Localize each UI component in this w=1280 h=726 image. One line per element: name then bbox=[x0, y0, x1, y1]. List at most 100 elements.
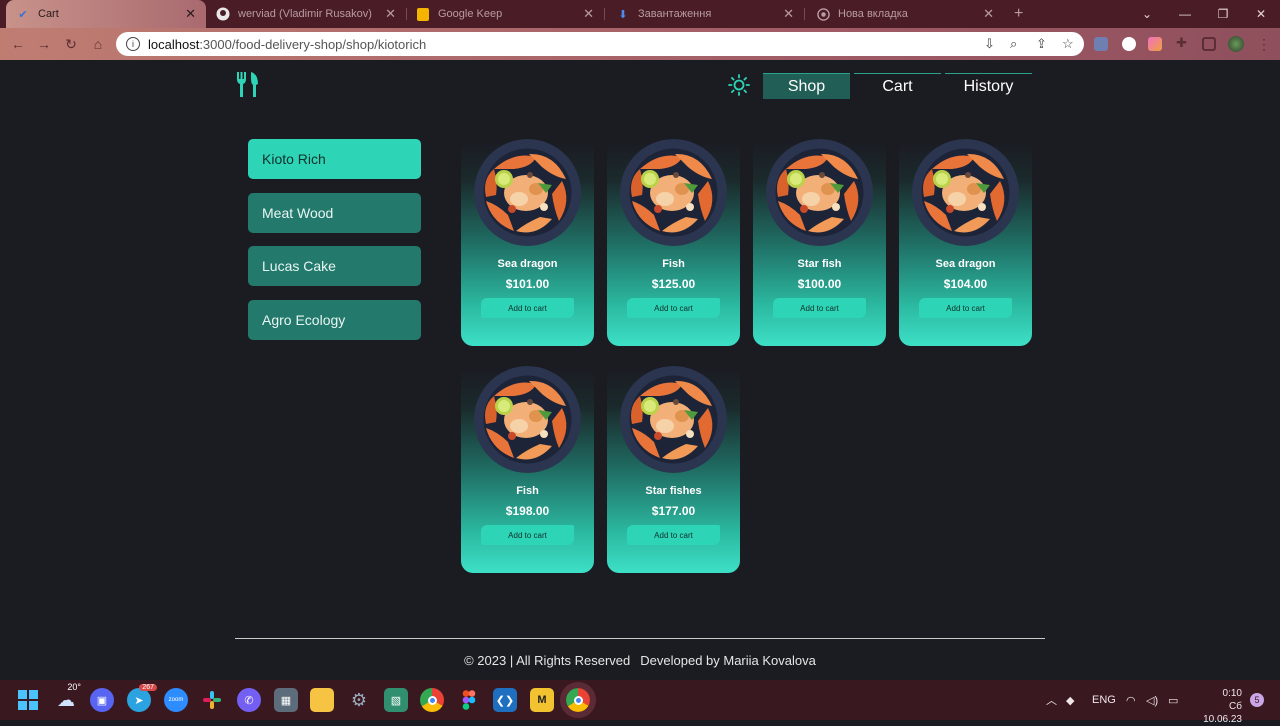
tab-title: Нова вкладка bbox=[838, 8, 908, 20]
tab-separator bbox=[804, 8, 805, 20]
zoom-icon[interactable]: ⌕ bbox=[1010, 36, 1017, 52]
browser-tab-new[interactable]: Нова вкладка ✕ bbox=[806, 0, 1004, 28]
clock[interactable]: 0:10 Сб 10.06.23 bbox=[1190, 687, 1242, 726]
browser-toolbar: ← → ↻ ⌂ i localhost:3000/food-delivery-s… bbox=[0, 28, 1280, 60]
settings-gear-icon[interactable]: ⚙ bbox=[347, 688, 371, 712]
bookmark-star-icon[interactable]: ☆ bbox=[1062, 36, 1074, 52]
product-name: Star fishes bbox=[645, 485, 702, 497]
teams-chat-icon[interactable]: ▣ bbox=[90, 688, 114, 712]
browser-tab-downloads[interactable]: ⬇ Завантаження ✕ bbox=[606, 0, 804, 28]
tab-title: werviad (Vladimir Rusakov) bbox=[238, 8, 372, 20]
os-taskbar: ☁ 20° ▣ ➤ 267 zoom ✆ ▦ ⚙ ▧ ❮❯ M ︿ ◆ ENG … bbox=[0, 680, 1280, 725]
forward-icon[interactable]: → bbox=[34, 34, 54, 54]
wifi-icon[interactable]: ◠ bbox=[1126, 680, 1136, 720]
menu-icon[interactable]: ⋮ bbox=[1254, 34, 1274, 54]
clock-date: Сб 10.06.23 bbox=[1203, 701, 1242, 725]
chrome-taskbar-icon[interactable] bbox=[420, 688, 444, 712]
browser-tab-cart[interactable]: ✔ Cart ✕ bbox=[6, 0, 206, 28]
calculator-icon[interactable]: ▦ bbox=[274, 688, 298, 712]
keep-icon bbox=[416, 7, 430, 21]
product-image bbox=[766, 139, 873, 246]
check-icon: ✔ bbox=[18, 8, 28, 21]
close-icon[interactable]: ✕ bbox=[783, 6, 794, 22]
footer-divider bbox=[235, 638, 1045, 639]
zoom-app-icon[interactable]: zoom bbox=[164, 688, 188, 712]
volume-icon[interactable]: ◁) bbox=[1146, 680, 1158, 720]
browser-tab-bar: ✔ Cart ✕ werviad (Vladimir Rusakov) ✕ Go… bbox=[0, 0, 1280, 28]
sheet-app-icon[interactable]: ▧ bbox=[384, 688, 408, 712]
new-tab-icon[interactable]: + bbox=[1014, 5, 1023, 23]
side-panel-icon[interactable] bbox=[1202, 37, 1216, 51]
shop-lucas-cake-button[interactable]: Lucas Cake bbox=[248, 246, 421, 286]
add-to-cart-button[interactable]: Add to cart bbox=[481, 525, 574, 545]
product-card: Sea dragon $104.00 Add to cart bbox=[899, 139, 1032, 346]
install-icon[interactable]: ⇩ bbox=[984, 36, 995, 52]
extension-icon[interactable] bbox=[1122, 37, 1136, 51]
figma-icon[interactable] bbox=[457, 688, 481, 712]
battery-icon[interactable]: ▭ bbox=[1168, 680, 1178, 720]
footer: © 2023 | All Rights Reserved Developed by… bbox=[0, 653, 1280, 668]
shop-kioto-rich-button[interactable]: Kioto Rich bbox=[248, 139, 421, 179]
add-to-cart-button[interactable]: Add to cart bbox=[627, 298, 720, 318]
close-icon[interactable]: ✕ bbox=[185, 6, 196, 22]
language-indicator[interactable]: ENG bbox=[1092, 680, 1116, 720]
product-name: Fish bbox=[516, 485, 539, 497]
telegram-icon[interactable]: ➤ 267 bbox=[127, 684, 157, 712]
product-price: $177.00 bbox=[651, 504, 696, 518]
clock-time: 0:10 bbox=[1222, 688, 1242, 699]
site-info-icon[interactable]: i bbox=[126, 37, 140, 51]
minimize-icon[interactable]: — bbox=[1166, 0, 1204, 28]
file-explorer-icon[interactable] bbox=[310, 688, 334, 712]
fork-knife-icon[interactable] bbox=[236, 72, 260, 98]
weather-icon[interactable]: ☁ 20° bbox=[54, 682, 81, 712]
add-to-cart-button[interactable]: Add to cart bbox=[627, 525, 720, 545]
product-name: Sea dragon bbox=[497, 258, 558, 270]
notification-badge[interactable]: 5 bbox=[1250, 693, 1264, 707]
back-icon[interactable]: ← bbox=[8, 34, 28, 54]
restore-icon[interactable]: ❐ bbox=[1204, 0, 1242, 28]
miro-icon[interactable]: M bbox=[530, 688, 554, 712]
product-card: Fish $198.00 Add to cart bbox=[461, 366, 594, 573]
tab-search-icon[interactable]: ⌄ bbox=[1128, 0, 1166, 28]
color-extension-icon[interactable] bbox=[1148, 37, 1162, 51]
shield-extension-icon[interactable] bbox=[1094, 37, 1108, 51]
close-icon[interactable]: ✕ bbox=[385, 6, 396, 22]
github-icon bbox=[216, 7, 230, 21]
close-icon[interactable]: ✕ bbox=[983, 6, 994, 22]
close-window-icon[interactable]: ✕ bbox=[1242, 0, 1280, 28]
product-card: Fish $125.00 Add to cart bbox=[607, 139, 740, 346]
weather-temp: 20° bbox=[67, 682, 81, 692]
add-to-cart-button[interactable]: Add to cart bbox=[773, 298, 866, 318]
nav-shop[interactable]: Shop bbox=[763, 73, 850, 99]
shop-agro-ecology-button[interactable]: Agro Ecology bbox=[248, 300, 421, 340]
product-price: $101.00 bbox=[505, 277, 550, 291]
product-image bbox=[912, 139, 1019, 246]
profile-avatar[interactable] bbox=[1228, 36, 1244, 52]
reload-icon[interactable]: ↻ bbox=[61, 34, 81, 54]
add-to-cart-button[interactable]: Add to cart bbox=[919, 298, 1012, 318]
product-card: Sea dragon $101.00 Add to cart bbox=[461, 139, 594, 346]
address-bar[interactable]: i localhost:3000/food-delivery-shop/shop… bbox=[116, 32, 1084, 56]
add-to-cart-button[interactable]: Add to cart bbox=[481, 298, 574, 318]
slack-icon[interactable] bbox=[200, 688, 224, 712]
shop-meat-wood-button[interactable]: Meat Wood bbox=[248, 193, 421, 233]
product-card: Star fish $100.00 Add to cart bbox=[753, 139, 886, 346]
security-tray-icon[interactable]: ◆ bbox=[1066, 680, 1074, 720]
vscode-icon[interactable]: ❮❯ bbox=[493, 688, 517, 712]
browser-tab-github[interactable]: werviad (Vladimir Rusakov) ✕ bbox=[206, 0, 406, 28]
share-icon[interactable]: ⇪ bbox=[1036, 36, 1047, 52]
chrome-icon bbox=[816, 7, 830, 21]
viber-icon[interactable]: ✆ bbox=[237, 688, 261, 712]
tray-chevron-icon[interactable]: ︿ bbox=[1046, 680, 1057, 720]
tab-title: Завантаження bbox=[638, 8, 712, 20]
home-icon[interactable]: ⌂ bbox=[88, 34, 108, 54]
product-image bbox=[620, 366, 727, 473]
sun-icon[interactable] bbox=[728, 74, 750, 96]
puzzle-icon[interactable]: ✚ bbox=[1176, 35, 1190, 50]
chrome-active-icon[interactable] bbox=[560, 682, 596, 718]
nav-cart[interactable]: Cart bbox=[854, 73, 941, 99]
windows-start-icon[interactable] bbox=[16, 688, 40, 712]
browser-tab-keep[interactable]: Google Keep ✕ bbox=[406, 0, 604, 28]
nav-history[interactable]: History bbox=[945, 73, 1032, 99]
close-icon[interactable]: ✕ bbox=[583, 6, 594, 22]
